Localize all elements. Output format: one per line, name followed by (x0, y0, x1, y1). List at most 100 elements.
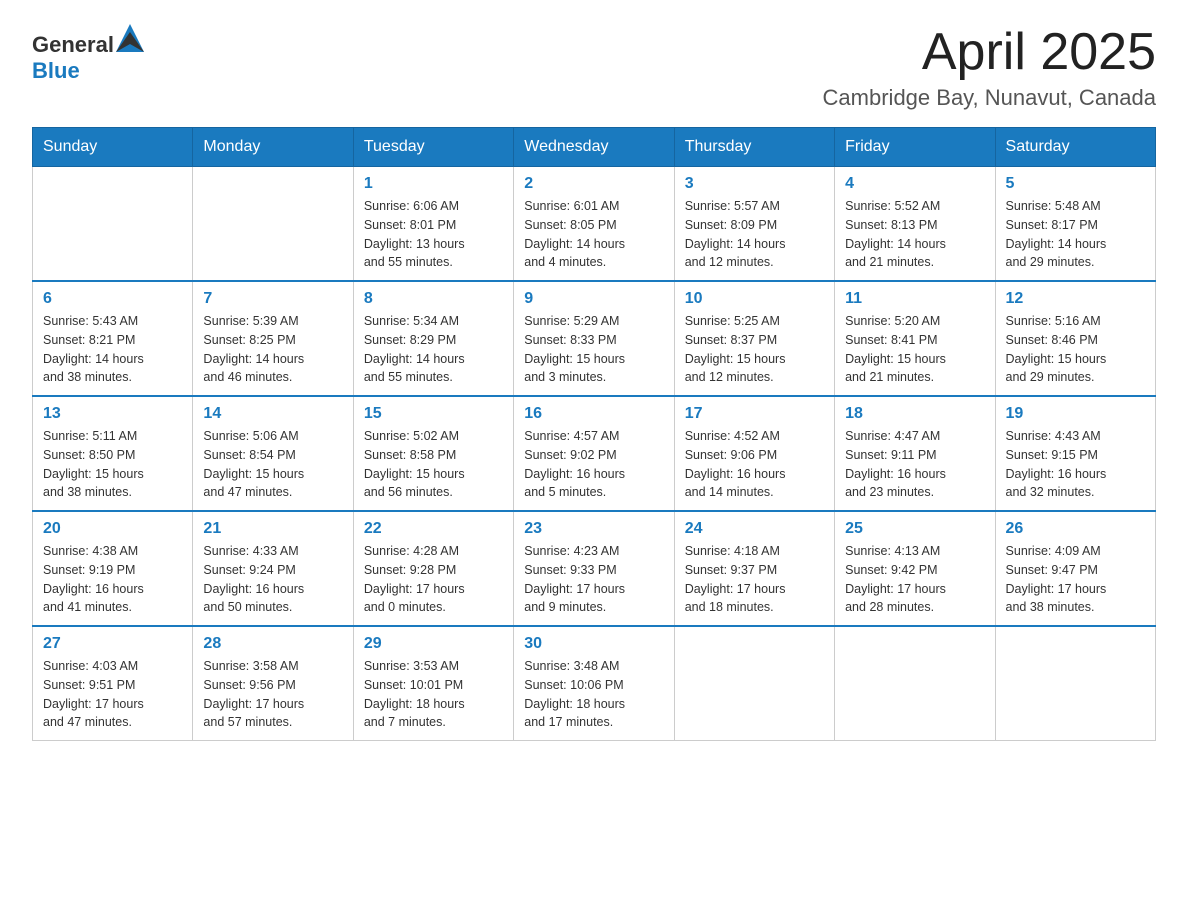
day-info: Sunrise: 5:20 AMSunset: 8:41 PMDaylight:… (845, 312, 984, 387)
day-number: 13 (43, 405, 182, 423)
weekday-header-monday: Monday (193, 128, 353, 167)
logo-general: General (32, 32, 114, 57)
weekday-header-sunday: Sunday (33, 128, 193, 167)
calendar-cell: 1 Sunrise: 6:06 AMSunset: 8:01 PMDaylight… (353, 167, 513, 282)
weekday-header-row: SundayMondayTuesdayWednesdayThursdayFrid… (33, 128, 1156, 167)
day-info: Sunrise: 5:25 AMSunset: 8:37 PMDaylight:… (685, 312, 824, 387)
weekday-header-friday: Friday (835, 128, 995, 167)
day-info: Sunrise: 6:06 AMSunset: 8:01 PMDaylight:… (364, 197, 503, 272)
calendar-cell: 27Sunrise: 4:03 AMSunset: 9:51 PMDayligh… (33, 626, 193, 741)
day-number: 16 (524, 405, 663, 423)
calendar-cell: 28 Sunrise: 3:58 AMSunset: 9:56 PMDayligh… (193, 626, 353, 741)
week-row-4: 20Sunrise: 4:38 AMSunset: 9:19 PMDayligh… (33, 511, 1156, 626)
calendar-cell: 2 Sunrise: 6:01 AMSunset: 8:05 PMDaylight… (514, 167, 674, 282)
day-info: Sunrise: 5:39 AMSunset: 8:25 PMDaylight:… (203, 312, 342, 387)
calendar-cell: 7 Sunrise: 5:39 AMSunset: 8:25 PMDaylight… (193, 281, 353, 396)
day-info: Sunrise: 4:28 AMSunset: 9:28 PMDaylight:… (364, 542, 503, 617)
day-info: Sunrise: 5:34 AMSunset: 8:29 PMDaylight:… (364, 312, 503, 387)
day-info: Sunrise: 5:02 AMSunset: 8:58 PMDaylight:… (364, 427, 503, 502)
day-number: 18 (845, 405, 984, 423)
day-number: 25 (845, 520, 984, 538)
calendar-cell: 29 Sunrise: 3:53 AMSunset: 10:01 PMDaylig… (353, 626, 513, 741)
weekday-header-saturday: Saturday (995, 128, 1155, 167)
calendar-cell (193, 167, 353, 282)
day-number: 2 (524, 175, 663, 193)
weekday-header-tuesday: Tuesday (353, 128, 513, 167)
day-number: 7 (203, 290, 342, 308)
calendar-cell: 25 Sunrise: 4:13 AMSunset: 9:42 PMDayligh… (835, 511, 995, 626)
calendar-cell (995, 626, 1155, 741)
title-block: April 2025 Cambridge Bay, Nunavut, Canad… (823, 24, 1156, 111)
calendar-cell: 9 Sunrise: 5:29 AMSunset: 8:33 PMDaylight… (514, 281, 674, 396)
day-info: Sunrise: 4:33 AMSunset: 9:24 PMDaylight:… (203, 542, 342, 617)
day-info: Sunrise: 4:43 AMSunset: 9:15 PMDaylight:… (1006, 427, 1145, 502)
calendar-cell: 18 Sunrise: 4:47 AMSunset: 9:11 PMDayligh… (835, 396, 995, 511)
calendar-cell: 17Sunrise: 4:52 AMSunset: 9:06 PMDayligh… (674, 396, 834, 511)
location-title: Cambridge Bay, Nunavut, Canada (823, 85, 1156, 111)
weekday-header-thursday: Thursday (674, 128, 834, 167)
day-number: 28 (203, 635, 342, 653)
day-info: Sunrise: 5:16 AMSunset: 8:46 PMDaylight:… (1006, 312, 1145, 387)
calendar-cell: 19 Sunrise: 4:43 AMSunset: 9:15 PMDayligh… (995, 396, 1155, 511)
calendar-cell: 8 Sunrise: 5:34 AMSunset: 8:29 PMDaylight… (353, 281, 513, 396)
day-info: Sunrise: 5:11 AMSunset: 8:50 PMDaylight:… (43, 427, 182, 502)
weekday-header-wednesday: Wednesday (514, 128, 674, 167)
day-number: 10 (685, 290, 824, 308)
day-info: Sunrise: 5:52 AMSunset: 8:13 PMDaylight:… (845, 197, 984, 272)
week-row-3: 13 Sunrise: 5:11 AMSunset: 8:50 PMDayligh… (33, 396, 1156, 511)
day-number: 15 (364, 405, 503, 423)
calendar-cell: 15 Sunrise: 5:02 AMSunset: 8:58 PMDayligh… (353, 396, 513, 511)
calendar-cell: 13 Sunrise: 5:11 AMSunset: 8:50 PMDayligh… (33, 396, 193, 511)
calendar-cell: 5 Sunrise: 5:48 AMSunset: 8:17 PMDaylight… (995, 167, 1155, 282)
day-number: 30 (524, 635, 663, 653)
day-number: 8 (364, 290, 503, 308)
day-info: Sunrise: 4:23 AMSunset: 9:33 PMDaylight:… (524, 542, 663, 617)
day-number: 29 (364, 635, 503, 653)
week-row-5: 27Sunrise: 4:03 AMSunset: 9:51 PMDayligh… (33, 626, 1156, 741)
day-number: 1 (364, 175, 503, 193)
day-number: 21 (203, 520, 342, 538)
calendar-cell (674, 626, 834, 741)
day-number: 4 (845, 175, 984, 193)
day-number: 9 (524, 290, 663, 308)
calendar-cell: 14 Sunrise: 5:06 AMSunset: 8:54 PMDayligh… (193, 396, 353, 511)
calendar-cell: 23 Sunrise: 4:23 AMSunset: 9:33 PMDayligh… (514, 511, 674, 626)
day-info: Sunrise: 4:18 AMSunset: 9:37 PMDaylight:… (685, 542, 824, 617)
day-number: 6 (43, 290, 182, 308)
calendar-cell: 6 Sunrise: 5:43 AMSunset: 8:21 PMDaylight… (33, 281, 193, 396)
calendar-table: SundayMondayTuesdayWednesdayThursdayFrid… (32, 127, 1156, 741)
day-info: Sunrise: 6:01 AMSunset: 8:05 PMDaylight:… (524, 197, 663, 272)
day-info: Sunrise: 3:58 AMSunset: 9:56 PMDaylight:… (203, 657, 342, 732)
page-header: General Blue April 2025 Cambridge Bay, N… (32, 24, 1156, 111)
calendar-cell: 20Sunrise: 4:38 AMSunset: 9:19 PMDayligh… (33, 511, 193, 626)
day-info: Sunrise: 3:53 AMSunset: 10:01 PMDaylight… (364, 657, 503, 732)
calendar-cell: 21 Sunrise: 4:33 AMSunset: 9:24 PMDayligh… (193, 511, 353, 626)
day-info: Sunrise: 5:48 AMSunset: 8:17 PMDaylight:… (1006, 197, 1145, 272)
calendar-cell: 12 Sunrise: 5:16 AMSunset: 8:46 PMDayligh… (995, 281, 1155, 396)
day-number: 3 (685, 175, 824, 193)
calendar-cell: 30Sunrise: 3:48 AMSunset: 10:06 PMDaylig… (514, 626, 674, 741)
day-number: 12 (1006, 290, 1145, 308)
day-info: Sunrise: 5:43 AMSunset: 8:21 PMDaylight:… (43, 312, 182, 387)
day-number: 22 (364, 520, 503, 538)
day-number: 19 (1006, 405, 1145, 423)
day-number: 20 (43, 520, 182, 538)
day-number: 26 (1006, 520, 1145, 538)
day-number: 17 (685, 405, 824, 423)
calendar-cell: 22 Sunrise: 4:28 AMSunset: 9:28 PMDayligh… (353, 511, 513, 626)
day-info: Sunrise: 4:13 AMSunset: 9:42 PMDaylight:… (845, 542, 984, 617)
logo-icon (116, 24, 144, 52)
day-number: 5 (1006, 175, 1145, 193)
calendar-cell: 10 Sunrise: 5:25 AMSunset: 8:37 PMDayligh… (674, 281, 834, 396)
day-info: Sunrise: 4:47 AMSunset: 9:11 PMDaylight:… (845, 427, 984, 502)
day-number: 11 (845, 290, 984, 308)
logo-text: General Blue (32, 24, 144, 84)
day-info: Sunrise: 4:03 AMSunset: 9:51 PMDaylight:… (43, 657, 182, 732)
day-number: 23 (524, 520, 663, 538)
day-number: 14 (203, 405, 342, 423)
day-info: Sunrise: 5:06 AMSunset: 8:54 PMDaylight:… (203, 427, 342, 502)
day-info: Sunrise: 5:29 AMSunset: 8:33 PMDaylight:… (524, 312, 663, 387)
calendar-cell: 4 Sunrise: 5:52 AMSunset: 8:13 PMDaylight… (835, 167, 995, 282)
week-row-2: 6 Sunrise: 5:43 AMSunset: 8:21 PMDaylight… (33, 281, 1156, 396)
calendar-cell: 11 Sunrise: 5:20 AMSunset: 8:41 PMDayligh… (835, 281, 995, 396)
